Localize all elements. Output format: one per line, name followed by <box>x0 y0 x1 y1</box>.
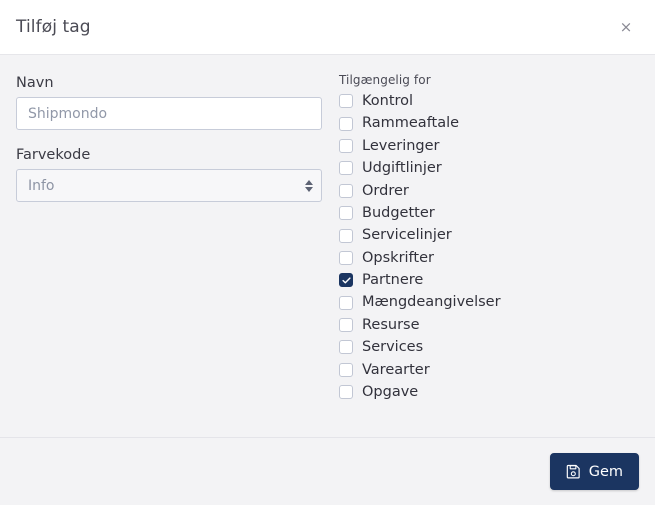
save-button[interactable]: Gem <box>549 453 639 490</box>
checkbox-label: Budgetter <box>362 204 435 221</box>
checkbox-row-opgave[interactable]: Opgave <box>339 381 639 403</box>
checkbox-row-rammeaftale[interactable]: Rammeaftale <box>339 112 639 134</box>
checkbox-maengdeangivelser[interactable] <box>339 295 353 310</box>
checkbox-row-servicelinjer[interactable]: Servicelinjer <box>339 224 639 246</box>
form-column: Navn Farvekode Info <box>16 73 322 219</box>
checkbox-label: Servicelinjer <box>362 227 452 244</box>
checkbox-label: Varearter <box>362 361 430 378</box>
save-button-label: Gem <box>588 463 623 480</box>
checkbox-rammeaftale[interactable] <box>339 116 353 131</box>
checkbox-opgave[interactable] <box>339 385 353 400</box>
availability-checkbox-list: Kontrol Rammeaftale Leveringer Udgiftlin… <box>339 90 639 403</box>
checkbox-label: Resurse <box>362 316 420 333</box>
check-icon <box>341 277 351 284</box>
checkbox-label: Ordrer <box>362 182 409 199</box>
name-field-group: Navn <box>16 75 322 130</box>
dialog-footer: Gem <box>0 437 655 505</box>
colorcode-select[interactable]: Info <box>16 169 322 202</box>
checkbox-row-udgiftlinjer[interactable]: Udgiftlinjer <box>339 157 639 179</box>
checkbox-row-budgetter[interactable]: Budgetter <box>339 202 639 224</box>
checkbox-row-services[interactable]: Services <box>339 336 639 358</box>
checkbox-label: Rammeaftale <box>362 115 460 132</box>
checkbox-label: Kontrol <box>362 92 414 109</box>
checkbox-udgiftlinjer[interactable] <box>339 161 353 176</box>
save-floppy-icon <box>566 464 581 479</box>
close-icon[interactable]: × <box>613 14 639 40</box>
checkbox-row-leveringer[interactable]: Leveringer <box>339 135 639 157</box>
checkbox-opskrifter[interactable] <box>339 250 353 265</box>
colorcode-label: Farvekode <box>16 147 91 163</box>
checkbox-label: Udgiftlinjer <box>362 160 442 177</box>
checkbox-row-maengdeangivelser[interactable]: Mængdeangivelser <box>339 292 639 314</box>
colorcode-select-wrapper: Info <box>16 169 322 202</box>
colorcode-field-group: Farvekode Info <box>16 147 322 202</box>
dialog-title: Tilføj tag <box>16 17 91 37</box>
checkbox-label: Leveringer <box>362 137 440 154</box>
dialog-header: Tilføj tag × <box>0 0 655 55</box>
checkbox-resurse[interactable] <box>339 318 353 333</box>
name-input[interactable] <box>16 97 322 130</box>
checkbox-services[interactable] <box>339 340 353 355</box>
checkbox-label: Partnere <box>362 272 424 289</box>
checkbox-label: Opskrifter <box>362 249 434 266</box>
checkbox-row-resurse[interactable]: Resurse <box>339 314 639 336</box>
checkbox-ordrer[interactable] <box>339 183 353 198</box>
checkbox-row-opskrifter[interactable]: Opskrifter <box>339 247 639 269</box>
dialog-body: Navn Farvekode Info Tilgængelig for <box>0 55 655 437</box>
checkbox-label: Services <box>362 339 424 356</box>
checkbox-row-kontrol[interactable]: Kontrol <box>339 90 639 112</box>
checkbox-row-partnere[interactable]: Partnere <box>339 269 639 291</box>
add-tag-dialog: Tilføj tag × Navn Farvekode Info T <box>0 0 655 505</box>
checkbox-label: Opgave <box>362 384 419 401</box>
checkbox-budgetter[interactable] <box>339 206 353 221</box>
availability-label: Tilgængelig for <box>339 73 431 87</box>
name-label: Navn <box>16 75 54 91</box>
checkbox-kontrol[interactable] <box>339 94 353 109</box>
checkbox-servicelinjer[interactable] <box>339 228 353 243</box>
availability-column: Tilgængelig for Kontrol Rammeaftale Leve… <box>322 73 639 403</box>
checkbox-row-varearter[interactable]: Varearter <box>339 359 639 381</box>
checkbox-leveringer[interactable] <box>339 138 353 153</box>
checkbox-varearter[interactable] <box>339 362 353 377</box>
checkbox-label: Mængdeangivelser <box>362 294 501 311</box>
checkbox-partnere[interactable] <box>339 273 353 288</box>
checkbox-row-ordrer[interactable]: Ordrer <box>339 180 639 202</box>
